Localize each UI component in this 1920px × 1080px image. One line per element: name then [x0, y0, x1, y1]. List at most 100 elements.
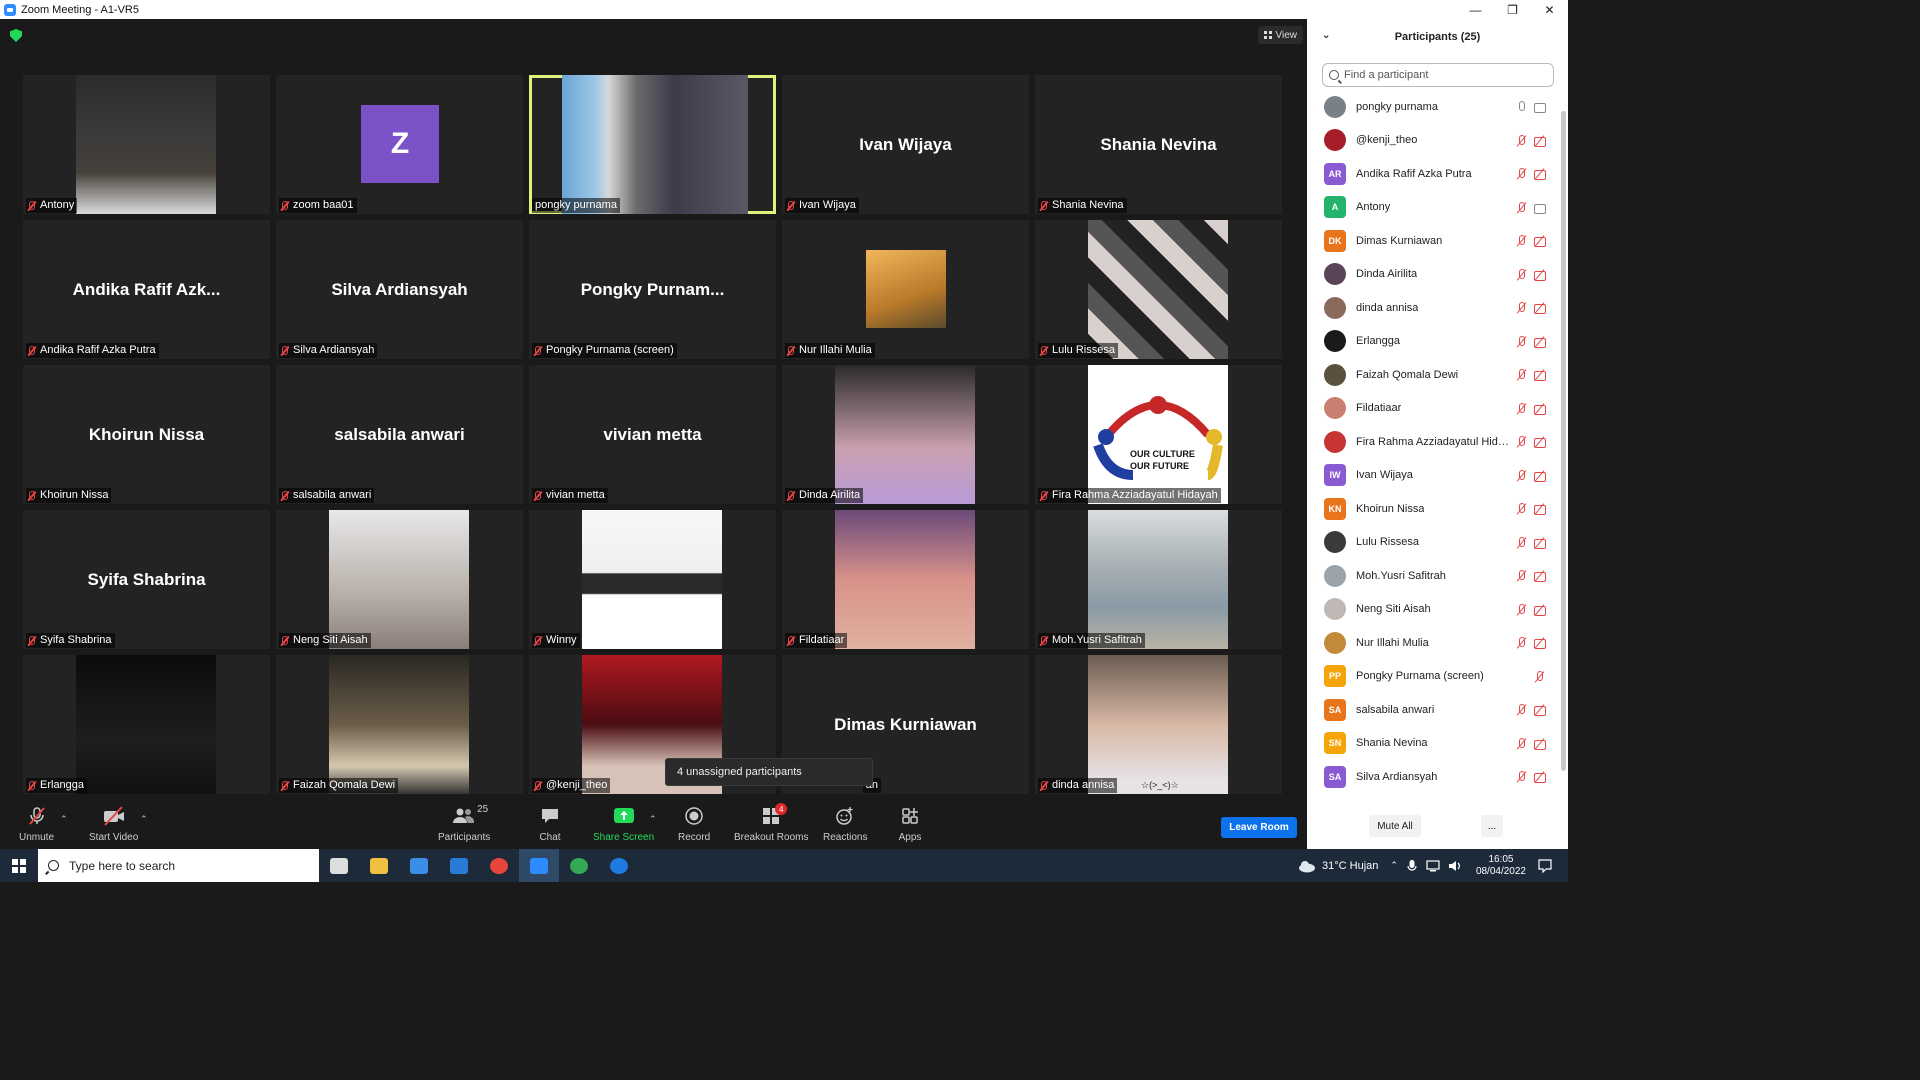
- unmute-button[interactable]: Unmute: [19, 806, 54, 843]
- video-off-icon[interactable]: [1534, 571, 1548, 582]
- weather-text[interactable]: 31°C Hujan: [1322, 860, 1378, 872]
- microphone-icon[interactable]: [1406, 859, 1418, 873]
- start-button[interactable]: [0, 849, 38, 882]
- start-video-button[interactable]: Start Video: [89, 806, 138, 843]
- find-participant-input[interactable]: Find a participant: [1322, 63, 1554, 87]
- apps-button[interactable]: Apps: [898, 806, 922, 843]
- video-off-icon[interactable]: [1534, 538, 1548, 549]
- share-screen-button[interactable]: Share Screen: [593, 806, 654, 843]
- mic-muted-icon[interactable]: [1516, 134, 1526, 147]
- video-off-icon[interactable]: [1534, 236, 1548, 247]
- video-tile[interactable]: vivian metta vivian metta: [529, 365, 776, 504]
- video-tile[interactable]: Silva Ardiansyah Silva Ardiansyah: [276, 220, 523, 359]
- tray-chevron-icon[interactable]: ⌃: [1390, 860, 1398, 871]
- video-tile[interactable]: Syifa Shabrina Syifa Shabrina: [23, 510, 270, 649]
- participant-row[interactable]: Fildatiaar: [1307, 392, 1559, 426]
- mic-muted-icon[interactable]: [1516, 168, 1526, 180]
- video-tile[interactable]: Faizah Qomala Dewi: [276, 655, 523, 794]
- mic-muted-icon[interactable]: [1516, 335, 1526, 348]
- network-icon[interactable]: [1426, 859, 1440, 873]
- weather-cloud-icon[interactable]: [1298, 859, 1316, 873]
- participant-row[interactable]: SN Shania Nevina: [1307, 727, 1559, 761]
- participant-row[interactable]: A Antony: [1307, 191, 1559, 225]
- mic-muted-icon[interactable]: [1516, 302, 1526, 314]
- video-off-icon[interactable]: [1534, 337, 1548, 348]
- video-icon[interactable]: [1534, 203, 1548, 214]
- share-options-caret[interactable]: ⌃: [649, 814, 657, 825]
- video-tile[interactable]: Khoirun Nissa Khoirun Nissa: [23, 365, 270, 504]
- mic-muted-icon[interactable]: [1516, 469, 1526, 482]
- video-off-icon[interactable]: [1534, 638, 1548, 649]
- video-off-icon[interactable]: [1534, 136, 1548, 147]
- video-tile[interactable]: Erlangga: [23, 655, 270, 794]
- participant-row[interactable]: SA Silva Ardiansyah: [1307, 760, 1559, 794]
- mic-muted-icon[interactable]: [1516, 402, 1526, 415]
- mic-icon[interactable]: [1516, 101, 1526, 113]
- file-explorer-taskbar-button[interactable]: [359, 849, 399, 882]
- video-tile[interactable]: Nur Illahi Mulia: [782, 220, 1029, 359]
- video-tile[interactable]: Ivan Wijaya Ivan Wijaya: [782, 75, 1029, 214]
- chat-button[interactable]: Chat: [538, 806, 562, 843]
- zoom-taskbar-button[interactable]: [519, 849, 559, 882]
- participant-row[interactable]: Dinda Airilita: [1307, 258, 1559, 292]
- participant-row[interactable]: KN Khoirun Nissa: [1307, 492, 1559, 526]
- video-off-icon[interactable]: [1534, 504, 1548, 515]
- audio-options-caret[interactable]: ⌃: [60, 814, 68, 825]
- video-tile[interactable]: salsabila anwari salsabila anwari: [276, 365, 523, 504]
- video-tile[interactable]: Moh.Yusri Safitrah: [1035, 510, 1282, 649]
- video-off-icon[interactable]: [1534, 739, 1548, 750]
- video-tile[interactable]: Shania Nevina Shania Nevina: [1035, 75, 1282, 214]
- video-tile[interactable]: Dinda Airilita: [782, 365, 1029, 504]
- video-tile[interactable]: Winny: [529, 510, 776, 649]
- participant-list-scrollbar[interactable]: [1561, 111, 1566, 771]
- mic-muted-icon[interactable]: [1516, 235, 1526, 247]
- video-off-icon[interactable]: [1534, 471, 1548, 482]
- mic-muted-icon[interactable]: [1516, 737, 1526, 750]
- leave-room-button[interactable]: Leave Room: [1221, 817, 1297, 838]
- participant-row[interactable]: Moh.Yusri Safitrah: [1307, 559, 1559, 593]
- mic-muted-icon[interactable]: [1516, 201, 1526, 214]
- participants-button[interactable]: 25 Participants: [438, 804, 490, 843]
- video-tile[interactable]: Lulu Rissesa: [1035, 220, 1282, 359]
- mic-muted-icon[interactable]: [1516, 268, 1526, 281]
- collapse-chevron-icon[interactable]: ⌄: [1322, 30, 1330, 41]
- taskbar-search[interactable]: Type here to search: [38, 849, 319, 882]
- task-view-taskbar-button[interactable]: [319, 849, 359, 882]
- participant-row[interactable]: pongky purnama: [1307, 90, 1559, 124]
- minimize-button[interactable]: —: [1457, 0, 1494, 19]
- breakout-rooms-button[interactable]: 4 Breakout Rooms: [734, 803, 808, 843]
- participant-row[interactable]: SA salsabila anwari: [1307, 693, 1559, 727]
- video-off-icon[interactable]: [1534, 772, 1548, 783]
- mute-all-button[interactable]: Mute All: [1369, 815, 1421, 837]
- participant-row[interactable]: Fira Rahma Azziadayatul Hiday...: [1307, 425, 1559, 459]
- video-tile[interactable]: Antony: [23, 75, 270, 214]
- video-off-icon[interactable]: [1534, 370, 1548, 381]
- store-taskbar-button[interactable]: [399, 849, 439, 882]
- participant-row[interactable]: Lulu Rissesa: [1307, 526, 1559, 560]
- video-off-icon[interactable]: [1534, 705, 1548, 716]
- video-tile[interactable]: OUR CULTURE OUR FUTURE Fira Rahma Azziaday…: [1035, 365, 1282, 504]
- video-tile[interactable]: Zzoom baa01: [276, 75, 523, 214]
- mic-muted-icon[interactable]: [1516, 637, 1526, 649]
- maximize-button[interactable]: ❐: [1494, 0, 1531, 19]
- notifications-icon[interactable]: [1538, 858, 1552, 873]
- view-button[interactable]: View: [1257, 26, 1303, 44]
- participant-row[interactable]: PP Pongky Purnama (screen): [1307, 660, 1559, 694]
- participant-row[interactable]: Faizah Qomala Dewi: [1307, 358, 1559, 392]
- video-tile[interactable]: pongky purnama: [529, 75, 776, 214]
- chrome-taskbar-button[interactable]: [479, 849, 519, 882]
- video-tile[interactable]: Andika Rafif Azk... Andika Rafif Azka Put…: [23, 220, 270, 359]
- close-button[interactable]: ✕: [1531, 0, 1568, 19]
- mic-muted-icon[interactable]: [1516, 603, 1526, 616]
- mic-muted-icon[interactable]: [1516, 704, 1526, 716]
- participant-row[interactable]: Nur Illahi Mulia: [1307, 626, 1559, 660]
- video-off-icon[interactable]: [1534, 270, 1548, 281]
- security-shield-icon[interactable]: [10, 29, 22, 42]
- video-options-caret[interactable]: ⌃: [140, 814, 148, 825]
- participant-row[interactable]: Neng Siti Aisah: [1307, 593, 1559, 627]
- chrome-profile-taskbar-button[interactable]: [559, 849, 599, 882]
- more-options-button[interactable]: ...: [1481, 815, 1503, 837]
- participant-row[interactable]: DK Dimas Kurniawan: [1307, 224, 1559, 258]
- video-icon[interactable]: [1534, 102, 1548, 113]
- video-off-icon[interactable]: [1534, 169, 1548, 180]
